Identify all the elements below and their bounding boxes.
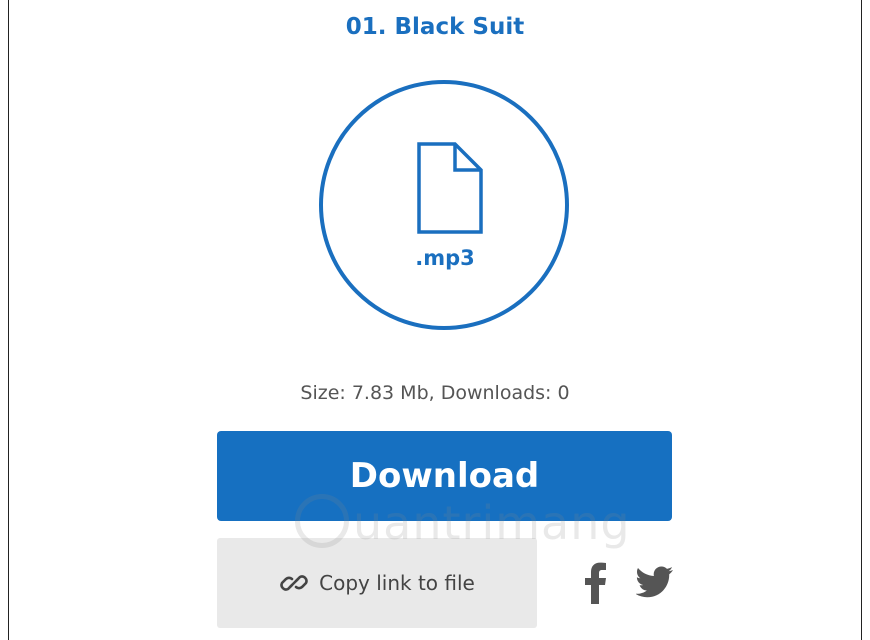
- copy-link-button[interactable]: Copy link to file: [217, 538, 537, 628]
- download-button[interactable]: Download: [217, 431, 672, 521]
- file-extension: .mp3: [415, 246, 475, 270]
- link-icon: [280, 575, 308, 591]
- file-meta: Size: 7.83 Mb, Downloads: 0: [300, 382, 570, 404]
- twitter-icon[interactable]: [636, 566, 674, 600]
- facebook-icon[interactable]: [583, 562, 607, 604]
- copy-link-label: Copy link to file: [319, 571, 475, 595]
- file-icon: [417, 142, 483, 234]
- file-title: 01. Black Suit: [345, 14, 525, 40]
- download-panel: 01. Black Suit .mp3 Size: 7.83 Mb, Downl…: [8, 0, 862, 640]
